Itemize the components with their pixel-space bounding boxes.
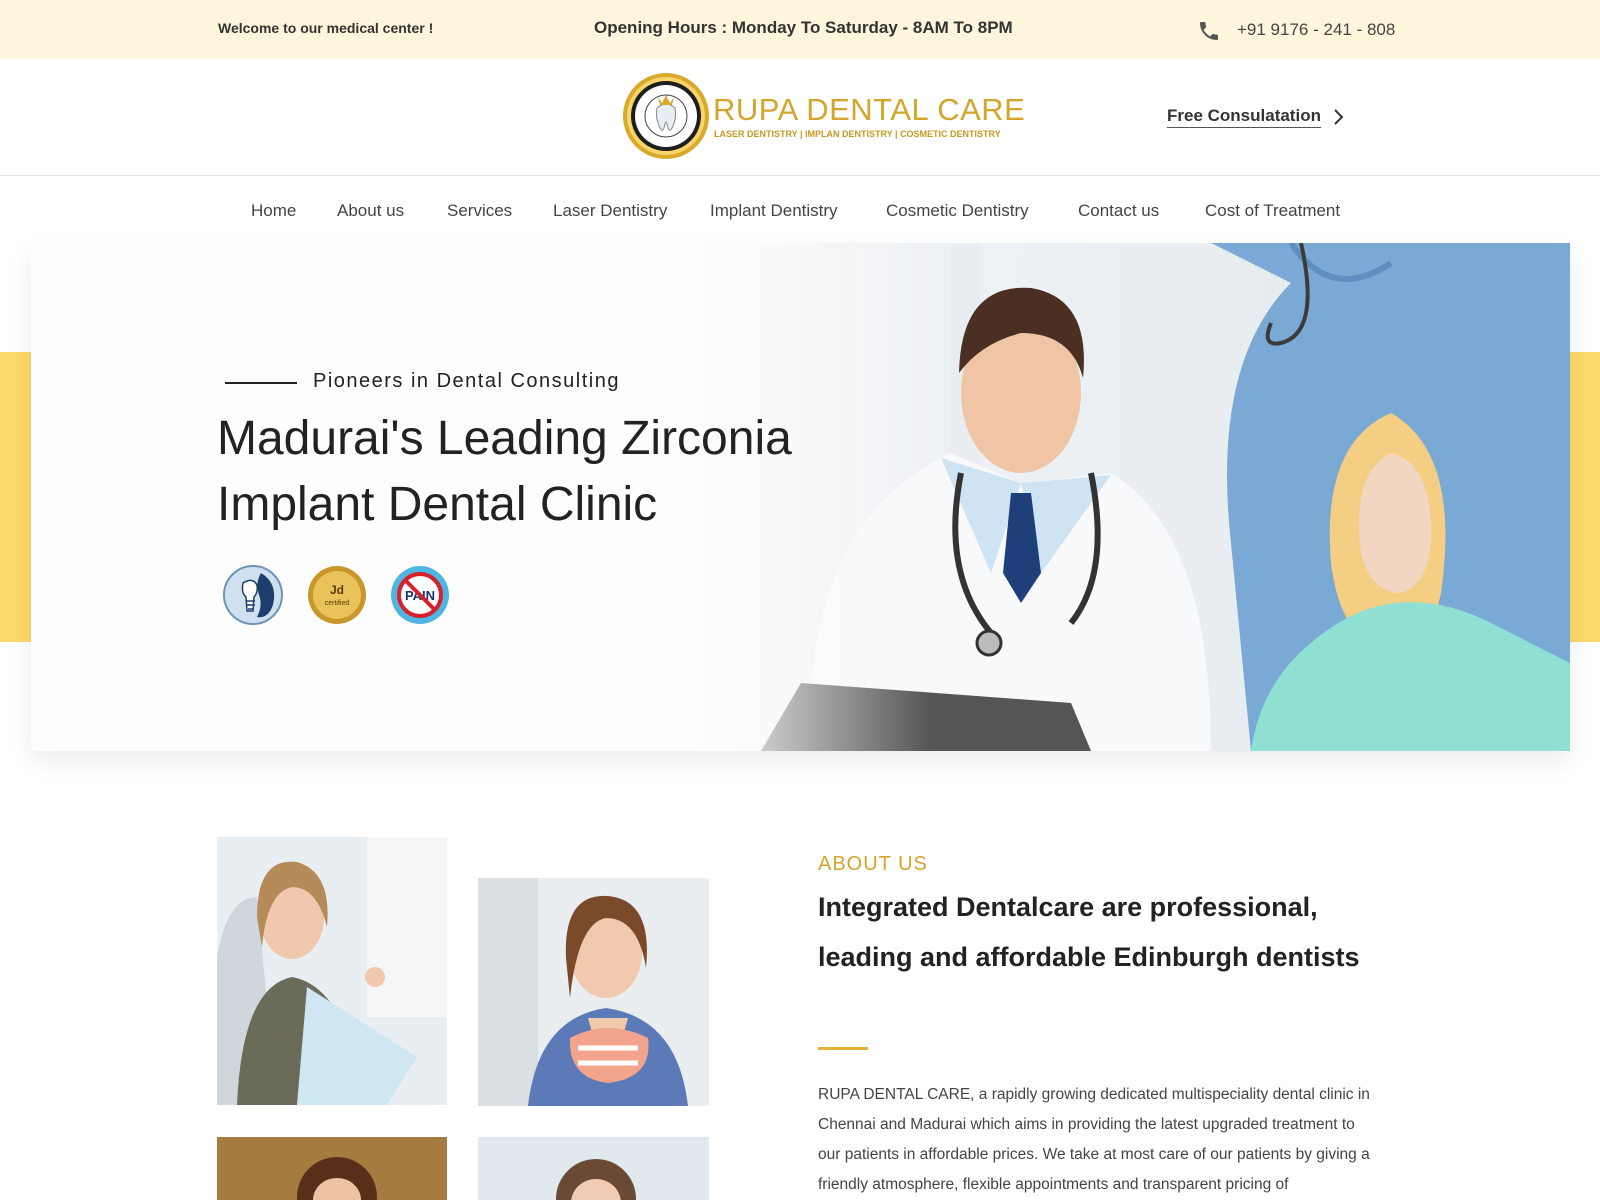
about-rule bbox=[818, 1047, 868, 1050]
about-paragraph: RUPA DENTAL CARE, a rapidly growing dedi… bbox=[818, 1086, 1370, 1193]
nav-item-home[interactable]: Home bbox=[251, 201, 296, 221]
nav-item-implant-dentistry[interactable]: Implant Dentistry bbox=[710, 201, 838, 221]
logo-title[interactable]: RUPA DENTAL CARE bbox=[713, 92, 1025, 128]
jd-badge-subtext: certified bbox=[325, 600, 350, 607]
phone-icon bbox=[1200, 22, 1218, 40]
hero-title-line-2: Implant Dental Clinic bbox=[217, 478, 658, 531]
logo-seal-icon[interactable] bbox=[622, 72, 710, 160]
welcome-text: Welcome to our medical center ! bbox=[218, 20, 434, 36]
jd-badge-text: Jd bbox=[330, 583, 344, 597]
nav-item-about[interactable]: About us bbox=[337, 201, 404, 221]
about-title: Integrated Dentalcare are professional, … bbox=[818, 892, 1360, 972]
kicker-rule bbox=[225, 382, 297, 384]
phone-number[interactable]: +91 9176 - 241 - 808 bbox=[1237, 20, 1395, 40]
nav-item-services[interactable]: Services bbox=[447, 201, 512, 221]
jd-certified-badge-icon: Jd certified bbox=[308, 566, 366, 624]
nav-item-laser-dentistry[interactable]: Laser Dentistry bbox=[553, 201, 667, 221]
top-bar: Welcome to our medical center ! Opening … bbox=[0, 0, 1600, 58]
implant-badge-icon bbox=[223, 565, 283, 625]
patient-photo-3 bbox=[217, 1137, 447, 1200]
logo-tagline: LASER DENTISTRY | IMPLAN DENTISTRY | COS… bbox=[714, 129, 1001, 139]
hero-title: Madurai's Leading Zirconia Implant Denta… bbox=[217, 406, 792, 538]
hero-kicker: Pioneers in Dental Consulting bbox=[313, 370, 620, 392]
patient-holding-dentures-photo bbox=[478, 878, 709, 1106]
about-kicker: ABOUT US bbox=[818, 853, 928, 875]
free-consultation-link[interactable]: Free Consulatation bbox=[1167, 106, 1321, 128]
opening-hours: Opening Hours : Monday To Saturday - 8AM… bbox=[594, 18, 1013, 37]
patient-photo-4 bbox=[478, 1137, 709, 1200]
nav-item-cosmetic-dentistry[interactable]: Cosmetic Dentistry bbox=[886, 201, 1029, 221]
laser-pain-relief-badge-icon: PAIN bbox=[391, 566, 449, 624]
patient-thumbs-up-photo bbox=[217, 837, 447, 1105]
hero-banner: Pioneers in Dental Consulting Madurai's … bbox=[31, 243, 1570, 751]
site-header: RUPA DENTAL CARE LASER DENTISTRY | IMPLA… bbox=[0, 58, 1600, 176]
main-nav: Home About us Services Laser Dentistry I… bbox=[0, 177, 1600, 243]
nav-item-contact[interactable]: Contact us bbox=[1078, 201, 1159, 221]
hero-title-line-1: Madurai's Leading Zirconia bbox=[217, 412, 792, 465]
nav-item-cost-of-treatment[interactable]: Cost of Treatment bbox=[1205, 201, 1340, 221]
chevron-right-icon[interactable] bbox=[1333, 108, 1345, 126]
